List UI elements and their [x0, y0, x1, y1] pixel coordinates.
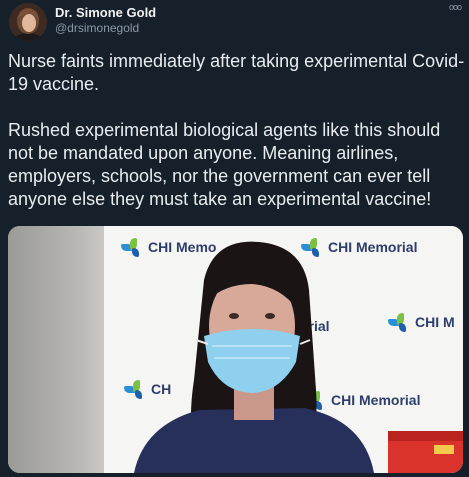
more-options-icon[interactable]: ooo: [449, 2, 462, 12]
sharps-container: [388, 431, 463, 473]
tweet-text: Nurse faints immediately after taking ex…: [8, 50, 466, 211]
chi-logo-text: CHI M: [415, 314, 455, 330]
tweet-text-line-1: Nurse faints immediately after taking ex…: [8, 51, 465, 94]
author-avatar[interactable]: [9, 3, 47, 41]
tweet-video-thumbnail[interactable]: CHI Memo CHI Memorial orial CHI M CH CHI…: [8, 226, 463, 473]
background-wall: [8, 226, 104, 473]
tweet: Dr. Simone Gold @drsimonegold ooo Nurse …: [0, 0, 469, 477]
tweet-text-line-2: Rushed experimental biological agents li…: [8, 120, 441, 209]
author-handle[interactable]: @drsimonegold: [55, 21, 139, 35]
nurse-figure: [134, 241, 374, 473]
author-display-name[interactable]: Dr. Simone Gold: [55, 5, 156, 20]
avatar-photo: [9, 3, 47, 41]
